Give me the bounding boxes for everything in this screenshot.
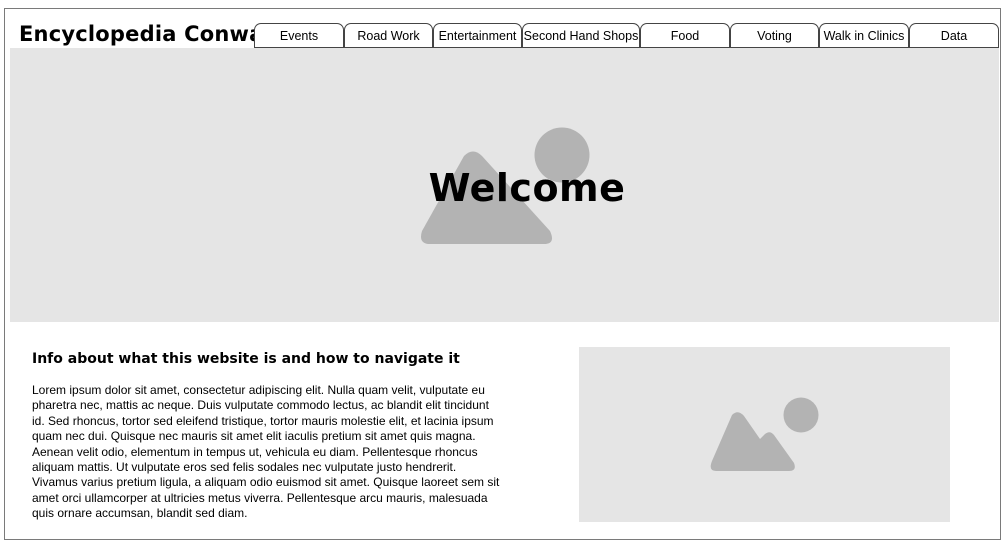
tab-voting[interactable]: Voting xyxy=(730,23,819,48)
info-paragraph: Lorem ipsum dolor sit amet, consectetur … xyxy=(32,383,500,521)
tab-data[interactable]: Data xyxy=(909,23,999,48)
image-placeholder-icon xyxy=(710,397,819,471)
tab-events[interactable]: Events xyxy=(254,23,344,48)
tab-entertainment[interactable]: Entertainment xyxy=(433,23,522,48)
hero-title: Welcome xyxy=(428,166,626,210)
tab-second-hand-shops[interactable]: Second Hand Shops xyxy=(522,23,640,48)
side-image-placeholder xyxy=(579,347,950,522)
tab-walk-in-clinics[interactable]: Walk in Clinics xyxy=(819,23,909,48)
tab-road-work[interactable]: Road Work xyxy=(344,23,433,48)
site-title[interactable]: Encyclopedia Conway xyxy=(19,19,277,49)
tab-food[interactable]: Food xyxy=(640,23,730,48)
info-heading: Info about what this website is and how … xyxy=(32,351,460,367)
